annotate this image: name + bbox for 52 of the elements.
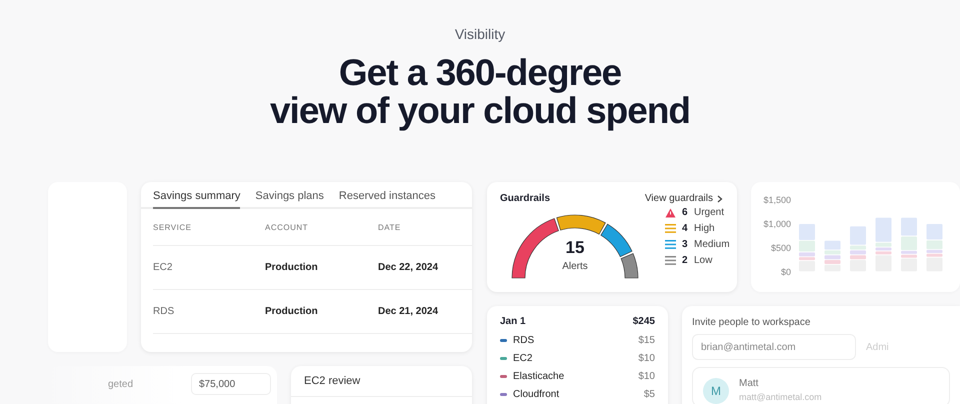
column-header: SERVICE [153, 222, 192, 232]
table-cell-text: Production [265, 262, 319, 273]
date-label: Jan 1 [500, 316, 526, 327]
alert-label: Alerts [562, 261, 588, 272]
bar-segment [901, 218, 917, 236]
table-cell-text: Dec 21, 2024 [378, 306, 440, 317]
service-name: Elasticache [513, 370, 566, 382]
service-name: RDS [513, 334, 536, 346]
axis-label: $500 [770, 243, 791, 253]
chevron-right-icon [717, 194, 723, 202]
email-field[interactable]: brian@antimetal.com [692, 334, 856, 360]
axis-label: $1,000 [763, 219, 791, 229]
service-amount: $10 [638, 370, 655, 382]
service-name: EC2 [513, 352, 534, 364]
axis-label: $1,500 [763, 195, 791, 205]
table-cell-text: EC2 [153, 262, 174, 273]
member-name: Matt [739, 378, 760, 389]
budget-label: geted [108, 378, 134, 390]
alert-count: 3 [682, 239, 688, 250]
alert-count: 4 [682, 223, 688, 234]
section-eyebrow: Visibility [454, 26, 506, 42]
severity-label: High [694, 223, 715, 234]
view-guardrails-link[interactable]: View guardrails [644, 193, 723, 204]
service-name: Cloudfront [513, 388, 560, 400]
table-cell-text: Dec 22, 2024 [378, 262, 440, 273]
card-title: Invite people to workspace [691, 316, 812, 330]
tab[interactable]: Reserved instances [338, 182, 436, 209]
severity-label: Medium [694, 239, 730, 250]
column-header: DATE [378, 222, 402, 232]
alert-count: 2 [682, 255, 688, 266]
headline: view of your cloud spend [270, 92, 690, 130]
table-cell-text: Production [265, 306, 319, 317]
column-header: ACCOUNT [265, 222, 310, 232]
card-title: EC2 review [291, 366, 472, 397]
bar-segment [799, 224, 815, 240]
tab[interactable]: Savings plans [255, 182, 324, 209]
service-amount: $10 [638, 352, 655, 364]
total-amount: $245 [632, 316, 655, 327]
severity-label: Low [694, 255, 712, 266]
alert-count: 6 [682, 207, 688, 218]
tab[interactable]: Savings summary [153, 182, 240, 209]
table-cell-text: RDS [153, 306, 176, 317]
severity-label: Urgent [694, 207, 724, 218]
service-amount: $5 [644, 388, 655, 400]
card-title: Guardrails [500, 193, 550, 204]
alert-total: 15 [566, 238, 584, 258]
member-email: matt@antimetal.com [739, 392, 822, 402]
budget-field[interactable]: $75,000 [191, 373, 271, 395]
avatar: M [703, 378, 729, 404]
headline: Get a 360-degree [338, 54, 622, 92]
service-amount: $15 [638, 334, 655, 346]
axis-label: $0 [780, 267, 791, 277]
